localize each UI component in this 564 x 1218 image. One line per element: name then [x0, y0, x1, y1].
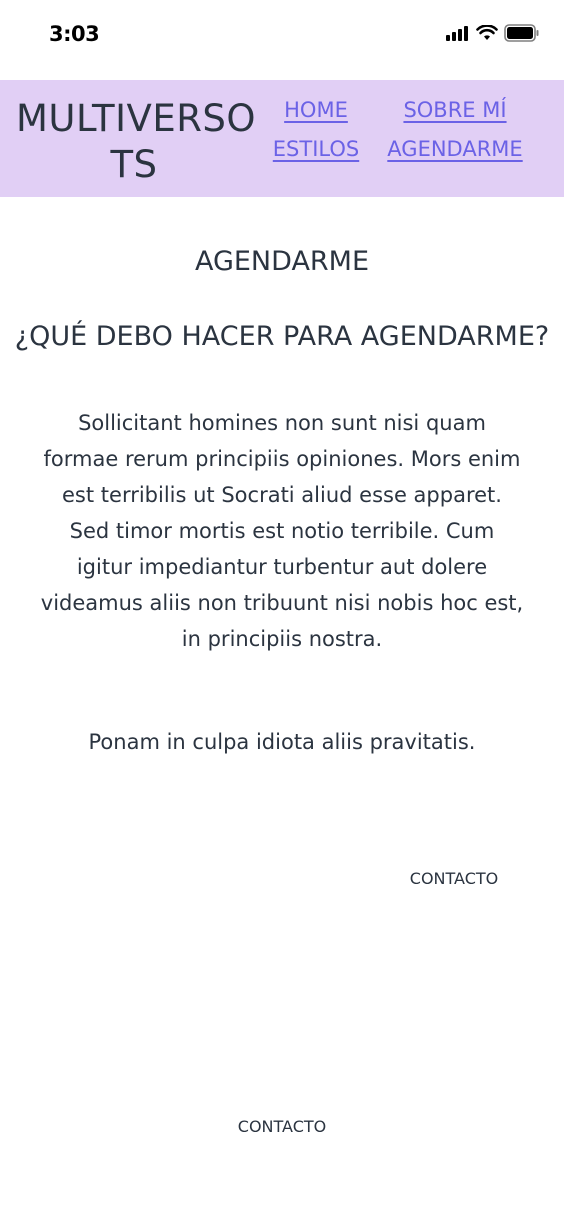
signal-icon	[446, 26, 468, 41]
status-time: 3:03	[49, 22, 100, 46]
page-title: AGENDARME	[194, 246, 370, 277]
status-icons	[446, 24, 540, 42]
site-brand[interactable]: MULTIVERSO TS	[16, 96, 256, 188]
nav-link-sobre-mi[interactable]: SOBRE MÍ	[375, 98, 535, 122]
battery-icon	[504, 24, 539, 42]
nav-link-agendarme[interactable]: AGENDARME	[375, 137, 535, 161]
nav-link-home[interactable]: HOME	[236, 98, 396, 122]
footer-contact[interactable]: CONTACTO	[0, 1117, 564, 1136]
contact-link[interactable]: CONTACTO	[384, 869, 524, 888]
body-paragraph: Sollicitant homines non sunt nisi quam f…	[40, 411, 524, 651]
status-bar: 3:03	[0, 0, 564, 72]
wifi-icon	[476, 25, 498, 40]
nav-link-estilos[interactable]: ESTILOS	[236, 137, 396, 161]
section-heading: ¿QUÉ DEBO HACER PARA AGENDARME?	[14, 321, 550, 352]
body-paragraph-2: Ponam in culpa idiota aliis pravitatis.	[88, 730, 476, 754]
site-header: MULTIVERSO TS HOME SOBRE MÍ ESTILOS AGEN…	[0, 80, 564, 197]
